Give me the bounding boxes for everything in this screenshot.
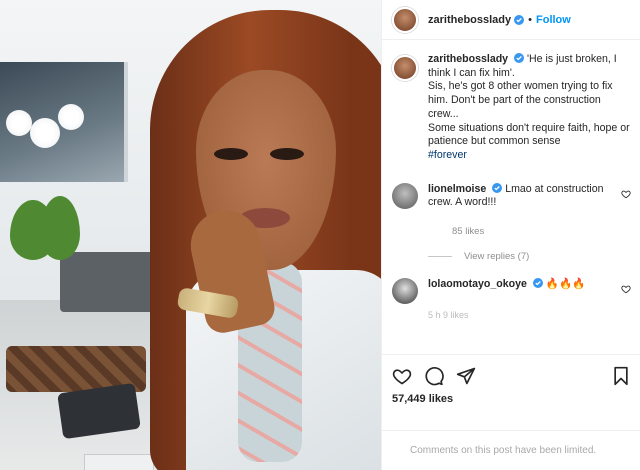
comment-username[interactable]: lionelmoise: [428, 183, 486, 195]
photo-orchid-flower: [6, 110, 32, 136]
verified-badge-icon: [514, 14, 525, 25]
replies-divider: [428, 256, 452, 258]
avatar[interactable]: [392, 55, 418, 81]
follow-button[interactable]: Follow: [536, 14, 571, 26]
post-side-panel: zarithebosslady • Follow zarithebosslady…: [381, 0, 640, 470]
avatar[interactable]: [392, 182, 418, 209]
photo-orchid-flower: [30, 118, 60, 148]
comment-text: lionelmoise Lmao at construction crew. A…: [428, 182, 618, 210]
caption-line-3: Some situations don't require faith, hop…: [428, 121, 630, 148]
avatar[interactable]: [392, 6, 418, 33]
comment-likes[interactable]: 85 likes: [452, 226, 631, 237]
share-icon[interactable]: [456, 366, 476, 386]
avatar[interactable]: [392, 278, 418, 305]
verified-badge-icon: [514, 53, 525, 63]
caption-hashtag[interactable]: #forever: [428, 149, 467, 161]
comments-limited-notice: Comments on this post have been limited.: [382, 430, 640, 470]
comment: lionelmoise Lmao at construction crew. A…: [392, 182, 631, 210]
post-header: zarithebosslady • Follow: [382, 0, 640, 40]
caption-username[interactable]: zarithebosslady: [428, 53, 508, 65]
post-actions: [382, 354, 640, 390]
view-replies-button[interactable]: View replies (7): [428, 251, 631, 262]
comment-like-heart-icon[interactable]: [621, 189, 631, 199]
caption-line-2: Sis, he's got 8 other women trying to fi…: [428, 80, 613, 120]
separator-dot: •: [528, 13, 532, 26]
heart-icon[interactable]: [392, 366, 412, 386]
instagram-post: zarithebosslady • Follow zarithebosslady…: [0, 0, 640, 470]
post-photo[interactable]: [0, 0, 381, 470]
comment-meta: 5 h 9 likes: [428, 310, 469, 321]
caption-text: zarithebosslady 'He is just broken, I th…: [428, 53, 631, 163]
header-username[interactable]: zarithebosslady: [428, 14, 511, 26]
comment-body: 🔥🔥🔥: [545, 278, 586, 291]
photo-eye: [214, 148, 248, 160]
post-caption: zarithebosslady 'He is just broken, I th…: [392, 53, 631, 163]
bookmark-icon[interactable]: [611, 366, 631, 386]
comments-section[interactable]: zarithebosslady 'He is just broken, I th…: [382, 41, 640, 337]
view-replies-label: View replies (7): [464, 251, 530, 263]
photo-keyboard: [84, 454, 154, 470]
post-likes-count[interactable]: 57,449 likes: [392, 393, 453, 405]
comment-text: lolaomotayo_okoye 🔥🔥🔥: [428, 278, 618, 304]
comment-icon[interactable]: [424, 366, 444, 386]
photo-eye: [270, 148, 304, 160]
verified-badge-icon: [532, 278, 543, 289]
verified-badge-icon: [492, 182, 503, 193]
comment-username[interactable]: lolaomotayo_okoye: [428, 278, 527, 290]
photo-orchid-flower: [58, 104, 84, 130]
comment-like-heart-icon[interactable]: [621, 284, 631, 294]
comment: lolaomotayo_okoye 🔥🔥🔥: [392, 278, 631, 305]
